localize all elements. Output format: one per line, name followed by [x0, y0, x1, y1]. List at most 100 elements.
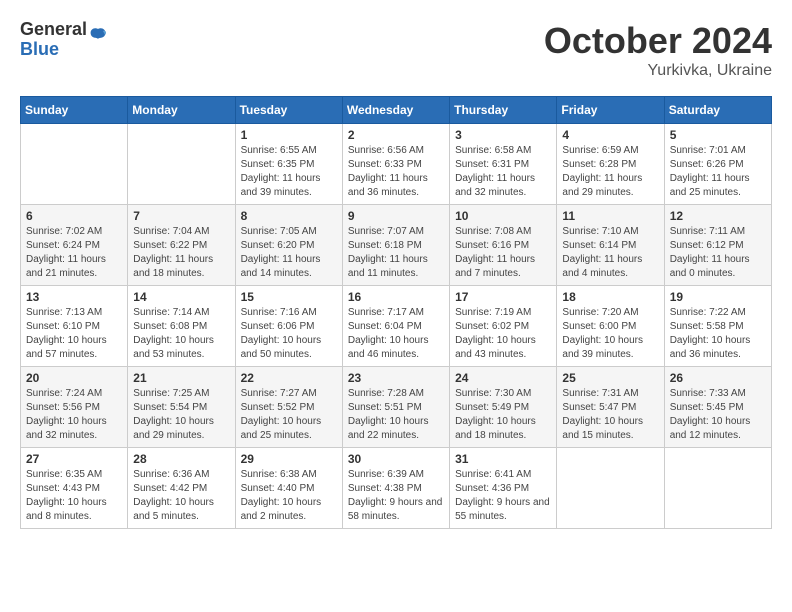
day-number: 24 — [455, 371, 551, 385]
column-header-wednesday: Wednesday — [342, 97, 449, 124]
page-header: General Blue October 2024 Yurkivka, Ukra… — [20, 20, 772, 80]
day-number: 8 — [241, 209, 337, 223]
day-info: Sunrise: 7:30 AM Sunset: 5:49 PM Dayligh… — [455, 387, 551, 443]
day-info: Sunrise: 6:39 AM Sunset: 4:38 PM Dayligh… — [348, 468, 444, 524]
calendar-cell: 9Sunrise: 7:07 AM Sunset: 6:18 PM Daylig… — [342, 205, 449, 286]
day-info: Sunrise: 7:08 AM Sunset: 6:16 PM Dayligh… — [455, 225, 551, 281]
calendar-cell: 29 Sunrise: 6:38 AM Sunset: 4:40 PM Dayli… — [235, 448, 342, 529]
calendar-cell: 6 Sunrise: 7:02 AM Sunset: 6:24 PM Daylig… — [21, 205, 128, 286]
day-info: Sunrise: 7:20 AM Sunset: 6:00 PM Dayligh… — [562, 306, 658, 362]
day-number: 27 — [26, 452, 122, 466]
calendar-cell: 28 Sunrise: 6:36 AM Sunset: 4:42 PM Dayli… — [128, 448, 235, 529]
logo-blue-text: Blue — [20, 40, 87, 60]
calendar-cell: 14 Sunrise: 7:14 AM Sunset: 6:08 PM Dayli… — [128, 286, 235, 367]
day-number: 9 — [348, 209, 444, 223]
day-number: 15 — [241, 290, 337, 304]
calendar-cell — [557, 448, 664, 529]
day-number: 11 — [562, 209, 658, 223]
week-row-2: 6 Sunrise: 7:02 AM Sunset: 6:24 PM Daylig… — [21, 205, 772, 286]
day-info: Sunrise: 7:16 AM Sunset: 6:06 PM Dayligh… — [241, 306, 337, 362]
day-info: Sunrise: 7:33 AM Sunset: 5:45 PM Dayligh… — [670, 387, 766, 443]
day-number: 18 — [562, 290, 658, 304]
day-number: 26 — [670, 371, 766, 385]
day-info: Sunrise: 6:36 AM Sunset: 4:42 PM Dayligh… — [133, 468, 229, 524]
day-number: 6 — [26, 209, 122, 223]
day-number: 4 — [562, 128, 658, 142]
day-info: Sunrise: 7:28 AM Sunset: 5:51 PM Dayligh… — [348, 387, 444, 443]
day-info: Sunrise: 7:19 AM Sunset: 6:02 PM Dayligh… — [455, 306, 551, 362]
day-number: 7 — [133, 209, 229, 223]
day-info: Sunrise: 7:14 AM Sunset: 6:08 PM Dayligh… — [133, 306, 229, 362]
week-row-5: 27 Sunrise: 6:35 AM Sunset: 4:43 PM Dayli… — [21, 448, 772, 529]
day-number: 22 — [241, 371, 337, 385]
day-number: 30 — [348, 452, 444, 466]
calendar-cell: 10 Sunrise: 7:08 AM Sunset: 6:16 PM Dayli… — [450, 205, 557, 286]
day-number: 13 — [26, 290, 122, 304]
day-number: 16 — [348, 290, 444, 304]
calendar-table: SundayMondayTuesdayWednesdayThursdayFrid… — [20, 96, 772, 529]
calendar-header-row: SundayMondayTuesdayWednesdayThursdayFrid… — [21, 97, 772, 124]
logo-bird-icon — [89, 27, 107, 49]
calendar-cell: 31 Sunrise: 6:41 AM Sunset: 4:36 PM Dayli… — [450, 448, 557, 529]
day-info: Sunrise: 6:55 AM Sunset: 6:35 PM Dayligh… — [241, 144, 337, 200]
calendar-cell — [128, 124, 235, 205]
calendar-cell: 26 Sunrise: 7:33 AM Sunset: 5:45 PM Dayli… — [664, 367, 771, 448]
column-header-monday: Monday — [128, 97, 235, 124]
day-number: 29 — [241, 452, 337, 466]
day-number: 31 — [455, 452, 551, 466]
logo-general-text: General — [20, 20, 87, 40]
calendar-cell: 13Sunrise: 7:13 AM Sunset: 6:10 PM Dayli… — [21, 286, 128, 367]
day-number: 1 — [241, 128, 337, 142]
day-info: Sunrise: 7:17 AM Sunset: 6:04 PM Dayligh… — [348, 306, 444, 362]
month-title: October 2024 — [544, 20, 772, 62]
calendar-cell: 15 Sunrise: 7:16 AM Sunset: 6:06 PM Dayli… — [235, 286, 342, 367]
calendar-cell: 22 Sunrise: 7:27 AM Sunset: 5:52 PM Dayli… — [235, 367, 342, 448]
day-info: Sunrise: 6:59 AM Sunset: 6:28 PM Dayligh… — [562, 144, 658, 200]
day-number: 12 — [670, 209, 766, 223]
day-info: Sunrise: 7:24 AM Sunset: 5:56 PM Dayligh… — [26, 387, 122, 443]
day-info: Sunrise: 6:35 AM Sunset: 4:43 PM Dayligh… — [26, 468, 122, 524]
day-number: 19 — [670, 290, 766, 304]
day-info: Sunrise: 7:22 AM Sunset: 5:58 PM Dayligh… — [670, 306, 766, 362]
calendar-cell — [21, 124, 128, 205]
day-number: 10 — [455, 209, 551, 223]
day-info: Sunrise: 7:05 AM Sunset: 6:20 PM Dayligh… — [241, 225, 337, 281]
logo: General Blue — [20, 20, 107, 60]
calendar-cell: 4 Sunrise: 6:59 AM Sunset: 6:28 PM Daylig… — [557, 124, 664, 205]
day-info: Sunrise: 7:27 AM Sunset: 5:52 PM Dayligh… — [241, 387, 337, 443]
calendar-cell: 21Sunrise: 7:25 AM Sunset: 5:54 PM Dayli… — [128, 367, 235, 448]
day-number: 3 — [455, 128, 551, 142]
column-header-thursday: Thursday — [450, 97, 557, 124]
day-info: Sunrise: 6:41 AM Sunset: 4:36 PM Dayligh… — [455, 468, 551, 524]
calendar-cell: 30 Sunrise: 6:39 AM Sunset: 4:38 PM Dayli… — [342, 448, 449, 529]
day-number: 23 — [348, 371, 444, 385]
calendar-cell: 20Sunrise: 7:24 AM Sunset: 5:56 PM Dayli… — [21, 367, 128, 448]
calendar-cell: 19 Sunrise: 7:22 AM Sunset: 5:58 PM Dayli… — [664, 286, 771, 367]
day-info: Sunrise: 7:25 AM Sunset: 5:54 PM Dayligh… — [133, 387, 229, 443]
day-number: 28 — [133, 452, 229, 466]
column-header-friday: Friday — [557, 97, 664, 124]
week-row-1: 1 Sunrise: 6:55 AM Sunset: 6:35 PM Daylig… — [21, 124, 772, 205]
day-info: Sunrise: 7:02 AM Sunset: 6:24 PM Dayligh… — [26, 225, 122, 281]
day-info: Sunrise: 6:38 AM Sunset: 4:40 PM Dayligh… — [241, 468, 337, 524]
calendar-cell: 16 Sunrise: 7:17 AM Sunset: 6:04 PM Dayli… — [342, 286, 449, 367]
day-info: Sunrise: 7:31 AM Sunset: 5:47 PM Dayligh… — [562, 387, 658, 443]
calendar-cell: 18 Sunrise: 7:20 AM Sunset: 6:00 PM Dayli… — [557, 286, 664, 367]
calendar-cell: 25Sunrise: 7:31 AM Sunset: 5:47 PM Dayli… — [557, 367, 664, 448]
day-info: Sunrise: 7:01 AM Sunset: 6:26 PM Dayligh… — [670, 144, 766, 200]
week-row-3: 13Sunrise: 7:13 AM Sunset: 6:10 PM Dayli… — [21, 286, 772, 367]
day-info: Sunrise: 7:11 AM Sunset: 6:12 PM Dayligh… — [670, 225, 766, 281]
calendar-cell: 27 Sunrise: 6:35 AM Sunset: 4:43 PM Dayli… — [21, 448, 128, 529]
calendar-cell: 7 Sunrise: 7:04 AM Sunset: 6:22 PM Daylig… — [128, 205, 235, 286]
day-info: Sunrise: 6:56 AM Sunset: 6:33 PM Dayligh… — [348, 144, 444, 200]
day-number: 14 — [133, 290, 229, 304]
day-info: Sunrise: 7:04 AM Sunset: 6:22 PM Dayligh… — [133, 225, 229, 281]
week-row-4: 20Sunrise: 7:24 AM Sunset: 5:56 PM Dayli… — [21, 367, 772, 448]
column-header-saturday: Saturday — [664, 97, 771, 124]
calendar-cell: 3 Sunrise: 6:58 AM Sunset: 6:31 PM Daylig… — [450, 124, 557, 205]
calendar-cell: 5 Sunrise: 7:01 AM Sunset: 6:26 PM Daylig… — [664, 124, 771, 205]
title-block: October 2024 Yurkivka, Ukraine — [544, 20, 772, 80]
day-info: Sunrise: 6:58 AM Sunset: 6:31 PM Dayligh… — [455, 144, 551, 200]
day-number: 5 — [670, 128, 766, 142]
calendar-cell: 24 Sunrise: 7:30 AM Sunset: 5:49 PM Dayli… — [450, 367, 557, 448]
